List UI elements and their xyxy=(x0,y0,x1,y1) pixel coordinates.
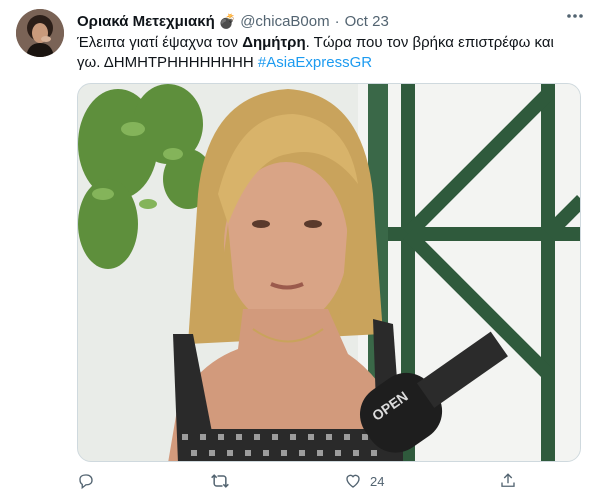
tweet-text-part1: Έλειπα γιατί έψαχνα τον xyxy=(77,34,243,51)
more-options-button[interactable] xyxy=(559,4,591,28)
share-icon xyxy=(501,473,515,487)
tweet-text-bold: Δημήτρη xyxy=(242,34,306,51)
hashtag-link[interactable]: #AsiaExpressGR xyxy=(258,54,372,71)
heart-icon xyxy=(346,474,360,488)
reply-icon xyxy=(79,474,93,490)
tweet-media[interactable]: OPEN xyxy=(77,83,581,462)
author-handle[interactable]: @chicaB0om xyxy=(240,13,329,30)
author-badge: 💣 xyxy=(218,12,237,29)
action-bar: 24 xyxy=(77,470,517,492)
tweet-text: Έλειπα γιατί έψαχνα τον Δημήτρη. Τώρα πο… xyxy=(77,33,577,73)
separator-dot: · xyxy=(334,12,340,30)
avatar[interactable] xyxy=(16,9,64,57)
reply-button[interactable] xyxy=(77,472,95,490)
author-name[interactable]: Οριακά Μετεχμιακή xyxy=(77,13,215,30)
tweet[interactable]: Οριακά Μετεχμιακή 💣 @chicaB0om · Oct 23 … xyxy=(0,0,599,496)
media-photo: OPEN xyxy=(78,84,580,461)
more-icon xyxy=(567,14,583,18)
like-count: 24 xyxy=(370,473,385,489)
retweet-button[interactable] xyxy=(210,471,230,491)
tweet-date[interactable]: Oct 23 xyxy=(345,13,389,30)
tweet-header: Οριακά Μετεχμιακή 💣 @chicaB0om · Oct 23 xyxy=(77,11,587,31)
share-button[interactable] xyxy=(499,472,517,490)
like-button[interactable]: 24 xyxy=(344,472,384,490)
retweet-icon xyxy=(210,474,229,488)
